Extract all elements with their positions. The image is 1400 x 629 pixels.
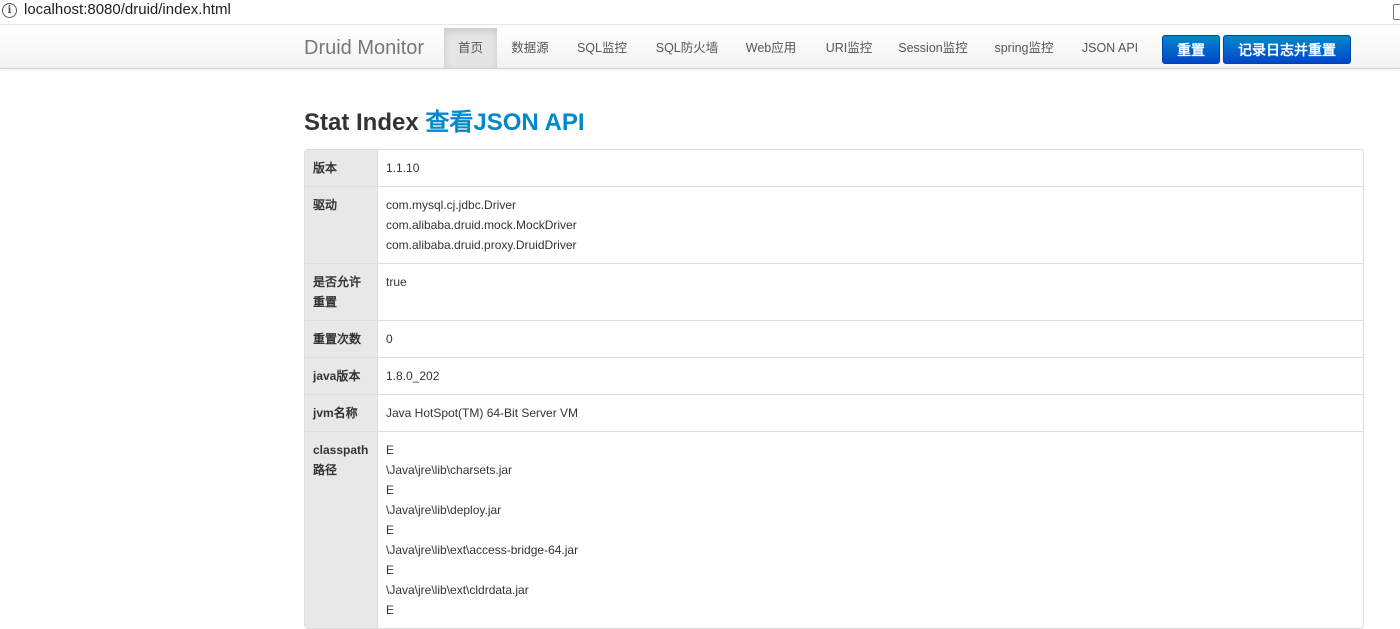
json-api-link[interactable]: 查看JSON API <box>425 109 584 136</box>
row-value-jvm-name: Java HotSpot(TM) 64-Bit Server VM <box>378 394 1363 431</box>
table-row: java版本 1.8.0_202 <box>305 357 1363 394</box>
stat-table: 版本 1.1.10 驱动 com.mysql.cj.jdbc.Driver co… <box>304 149 1364 629</box>
reset-count-value: 0 <box>386 332 393 346</box>
driver-item: com.alibaba.druid.proxy.DruidDriver <box>386 238 577 252</box>
log-and-reset-button[interactable]: 记录日志并重置 <box>1223 35 1351 64</box>
row-label-jvm-name: jvm名称 <box>305 394 378 431</box>
table-row: 驱动 com.mysql.cj.jdbc.Driver com.alibaba.… <box>305 186 1363 263</box>
row-value-drivers: com.mysql.cj.jdbc.Driver com.alibaba.dru… <box>378 186 1363 263</box>
label-line: classpath <box>313 443 369 457</box>
brand-title[interactable]: Druid Monitor <box>304 37 424 60</box>
nav-item-uri-monitor[interactable]: URI监控 <box>814 28 884 68</box>
table-row: classpath 路径 E \Java\jre\lib\charsets.ja… <box>305 431 1363 628</box>
row-label-classpath: classpath 路径 <box>305 431 378 628</box>
classpath-item: \Java\jre\lib\ext\cldrdata.jar <box>386 583 529 597</box>
reset-button[interactable]: 重置 <box>1162 35 1220 64</box>
row-label-drivers: 驱动 <box>305 186 378 263</box>
table-row: 重置次数 0 <box>305 320 1363 357</box>
nav-item-home[interactable]: 首页 <box>444 28 497 68</box>
nav-item-spring-monitor[interactable]: spring监控 <box>984 28 1064 68</box>
row-value-reset-enabled: true <box>378 263 1363 320</box>
classpath-item: E <box>386 603 395 617</box>
row-label-java-version: java版本 <box>305 357 378 394</box>
version-value: 1.1.10 <box>386 161 420 175</box>
page-title: Stat Index 查看JSON API <box>304 102 585 137</box>
nav-item-sql-monitor[interactable]: SQL监控 <box>566 28 638 68</box>
row-label-reset-count: 重置次数 <box>305 320 378 357</box>
url-text[interactable]: localhost:8080/druid/index.html <box>24 1 231 18</box>
label-line: 是否允许 <box>313 275 362 289</box>
classpath-item: E <box>386 443 395 457</box>
classpath-item: \Java\jre\lib\charsets.jar <box>386 463 513 477</box>
classpath-item: \Java\jre\lib\ext\access-bridge-64.jar <box>386 543 579 557</box>
table-row: jvm名称 Java HotSpot(TM) 64-Bit Server VM <box>305 394 1363 431</box>
row-label-reset-enabled: 是否允许 重置 <box>305 263 378 320</box>
nav-item-session-monitor[interactable]: Session监控 <box>890 28 976 68</box>
browser-address-bar[interactable]: i localhost:8080/druid/index.html <box>0 0 1400 25</box>
row-value-reset-count: 0 <box>378 320 1363 357</box>
jvm-name-value: Java HotSpot(TM) 64-Bit Server VM <box>386 406 579 420</box>
classpath-item: \Java\jre\lib\deploy.jar <box>386 503 502 517</box>
row-value-version: 1.1.10 <box>378 150 1363 186</box>
nav-item-web-app[interactable]: Web应用 <box>736 28 806 68</box>
driver-item: com.alibaba.druid.mock.MockDriver <box>386 218 577 232</box>
driver-item: com.mysql.cj.jdbc.Driver <box>386 198 517 212</box>
label-line: 路径 <box>313 463 338 477</box>
table-row: 是否允许 重置 true <box>305 263 1363 320</box>
row-label-version: 版本 <box>305 150 378 186</box>
top-navbar: Druid Monitor 首页 数据源 SQL监控 SQL防火墙 Web应用 … <box>0 28 1400 69</box>
page-title-text: Stat Index <box>304 109 419 136</box>
reset-enabled-value: true <box>386 275 407 289</box>
classpath-item: E <box>386 483 395 497</box>
classpath-item: E <box>386 563 395 577</box>
java-version-value: 1.8.0_202 <box>386 369 440 383</box>
label-line: 重置 <box>313 295 338 309</box>
extension-icon[interactable] <box>1393 4 1400 20</box>
info-icon[interactable]: i <box>2 3 17 18</box>
row-value-java-version: 1.8.0_202 <box>378 357 1363 394</box>
nav-item-datasource[interactable]: 数据源 <box>500 28 560 68</box>
table-row: 版本 1.1.10 <box>305 150 1363 186</box>
classpath-item: E <box>386 523 395 537</box>
nav-item-sql-firewall[interactable]: SQL防火墙 <box>645 28 729 68</box>
row-value-classpath: E \Java\jre\lib\charsets.jar E \Java\jre… <box>378 431 1363 628</box>
nav-item-json-api[interactable]: JSON API <box>1072 28 1148 68</box>
